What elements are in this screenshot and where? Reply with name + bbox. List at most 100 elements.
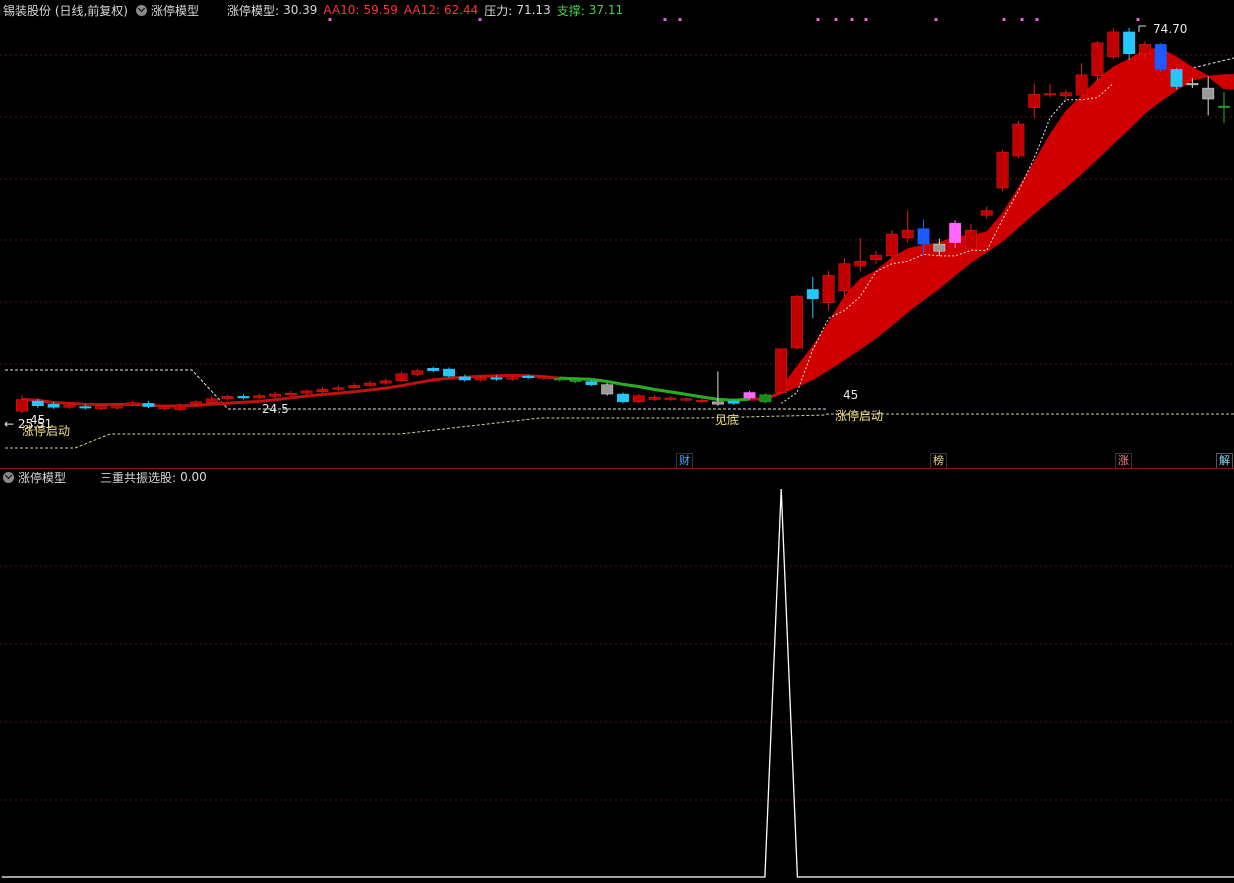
signal-dot — [834, 18, 838, 21]
candle-body — [1218, 105, 1230, 108]
candle-body — [316, 389, 329, 392]
stock-title[interactable]: 锡装股份 (日线,前复权) — [3, 2, 128, 19]
candle-body — [126, 402, 139, 406]
candle-body — [1075, 74, 1088, 96]
lower-band-line — [5, 414, 827, 449]
candle-body — [743, 392, 756, 399]
candle-body — [949, 222, 962, 243]
candle-body — [205, 398, 218, 403]
sub-model-name[interactable]: 涨停模型 — [18, 469, 66, 486]
main-header: 锡装股份 (日线,前复权) 涨停模型 涨停模型: 30.39 AA10: 59.… — [3, 1, 1234, 19]
candle-body — [1202, 87, 1215, 100]
signal-dot — [1002, 18, 1006, 21]
candle-body — [838, 263, 851, 292]
candle-body — [174, 404, 187, 410]
candle-body — [79, 406, 92, 409]
start-signal-label: 涨停启动 — [835, 408, 883, 423]
aa12-value: 62.44 — [443, 3, 479, 17]
candle-body — [1091, 42, 1104, 76]
candle-body — [965, 229, 977, 250]
candle-body — [253, 395, 266, 399]
candle-body — [158, 406, 171, 410]
candle-body — [1123, 31, 1136, 55]
candle-body — [395, 373, 408, 382]
candle-body — [1170, 69, 1183, 87]
start-count-label: 45 — [843, 388, 858, 402]
candle-body — [727, 400, 740, 404]
candle-body — [1028, 94, 1041, 108]
candle-body — [648, 396, 661, 400]
candle-body — [996, 151, 1009, 189]
signal-dot — [678, 18, 682, 21]
candle-body — [190, 401, 202, 405]
chevron-down-icon[interactable] — [136, 4, 147, 16]
candle-body — [933, 243, 946, 252]
candle-body — [1012, 123, 1025, 157]
chevron-down-icon[interactable] — [3, 471, 14, 483]
aa10-value: 59.59 — [363, 3, 398, 17]
candle-body — [1186, 83, 1199, 86]
support-value: 37.11 — [588, 3, 624, 17]
signal-dot — [1035, 18, 1039, 21]
candle-body — [759, 394, 772, 403]
event-tag-limit-up[interactable]: 涨 — [1115, 453, 1132, 469]
signal-dot — [864, 18, 868, 21]
candle-body — [443, 368, 455, 377]
candle-body — [379, 380, 392, 384]
indicator-line — [1, 488, 1234, 878]
candle-body — [458, 376, 471, 381]
candle-body — [1138, 44, 1151, 55]
indicator-value: 0.00 — [180, 470, 207, 484]
candle-body — [775, 348, 788, 393]
candle-body — [221, 396, 234, 399]
candle-body — [537, 376, 550, 379]
candle-body — [1107, 31, 1120, 58]
event-tag-finance[interactable]: 财 — [676, 453, 693, 469]
candle-body — [901, 229, 914, 239]
candle-body — [711, 401, 724, 405]
indicator-chart[interactable] — [0, 486, 1234, 882]
candle-body — [300, 390, 313, 394]
high-price-label: 74.70 — [1153, 22, 1187, 36]
candle-body — [411, 370, 424, 375]
ma-band — [780, 47, 1234, 395]
candle-body — [870, 254, 882, 261]
indicator-label: 三重共振选股: — [100, 470, 177, 485]
candle-body — [601, 384, 614, 395]
model-name[interactable]: 涨停模型 — [151, 2, 199, 19]
candle-body — [348, 385, 361, 389]
event-tag-unlock[interactable]: 解 — [1216, 453, 1233, 469]
candle-body — [490, 377, 503, 380]
signal-dot — [328, 18, 332, 21]
candle-body — [1059, 92, 1072, 97]
candle-body — [522, 375, 535, 378]
candle-body — [95, 405, 108, 410]
model-value-label: 涨停模型: — [227, 3, 280, 18]
event-tag-ranking[interactable]: 榜 — [930, 453, 947, 469]
candle-body — [553, 378, 566, 381]
candle-body — [16, 399, 28, 412]
candle-body — [585, 381, 598, 385]
candle-body — [854, 261, 867, 267]
candle-body — [269, 393, 281, 397]
main-candlestick-chart[interactable]: 74.70← 25.5145涨停启动24.5见底45涨停启动 — [0, 18, 1234, 468]
candle-body — [31, 400, 44, 407]
candle-body — [506, 377, 519, 380]
pressure-label: 压力: — [484, 3, 513, 18]
candle-body — [1044, 93, 1056, 96]
support-label: 支撑: — [556, 3, 585, 18]
signal-dot — [663, 18, 667, 21]
candle-body — [1154, 44, 1167, 70]
high-pointer — [1138, 25, 1146, 32]
left-signal-label: 涨停启动 — [22, 423, 70, 438]
mid-low-label: 24.5 — [262, 402, 289, 416]
candle-body — [822, 275, 835, 303]
candle-body — [617, 393, 629, 403]
model-value: 30.39 — [283, 3, 318, 17]
pressure-value: 71.13 — [516, 3, 551, 17]
candle-body — [237, 396, 250, 399]
candle-body — [47, 403, 60, 408]
candle-body — [110, 404, 123, 409]
signal-dot — [1020, 18, 1024, 21]
candle-body — [427, 368, 440, 371]
